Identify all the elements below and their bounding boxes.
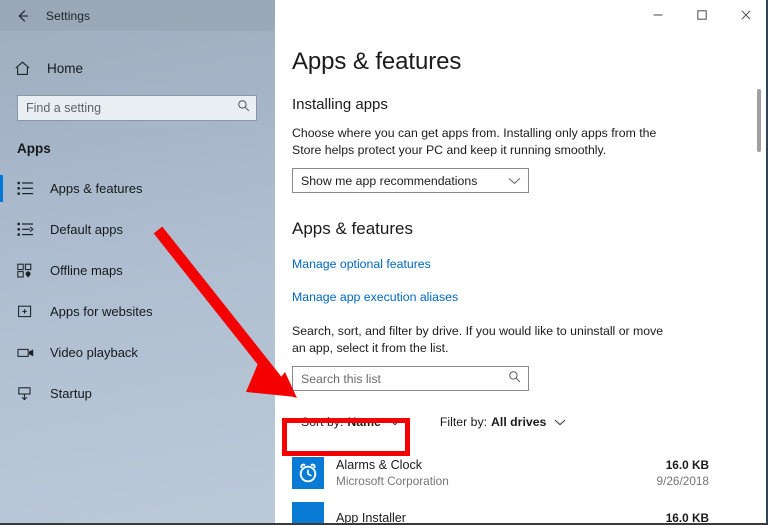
window-controls (275, 0, 768, 31)
sidebar-item-home[interactable]: Home (0, 51, 275, 85)
window-title: Settings (46, 8, 91, 23)
close-button[interactable] (724, 0, 768, 30)
settings-search-box[interactable] (17, 95, 257, 121)
sidebar-item-label: Apps for websites (50, 304, 153, 319)
manage-optional-features-link[interactable]: Manage optional features (292, 257, 768, 271)
home-icon (14, 60, 44, 77)
filter-by-label: Filter by: (439, 415, 488, 429)
startup-icon (17, 386, 48, 401)
app-size: 16.0 KB (665, 457, 709, 472)
sidebar-item-label: Offline maps (50, 263, 123, 278)
app-install-date: 9/26/2018 (656, 473, 709, 488)
sidebar-item-default-apps[interactable]: Default apps (0, 209, 275, 250)
app-window-icon (17, 304, 48, 319)
sidebar-item-apps-features[interactable]: Apps & features (0, 168, 275, 209)
installed-apps-list: Alarms & Clock Microsoft Corporation 16.… (292, 450, 768, 525)
chevron-down-icon (554, 419, 566, 426)
filter-by-value: All drives (491, 415, 547, 429)
app-installer-icon (292, 501, 324, 525)
app-recommendations-dropdown[interactable]: Show me app recommendations (292, 168, 529, 193)
sidebar-item-apps-for-websites[interactable]: Apps for websites (0, 291, 275, 332)
app-name: Alarms & Clock (336, 457, 423, 472)
maximize-icon (697, 10, 707, 20)
settings-search-input[interactable] (18, 96, 223, 120)
window-titlebar-left: Settings (0, 0, 275, 31)
maximize-button[interactable] (680, 0, 724, 30)
vertical-scrollbar[interactable] (752, 31, 766, 525)
app-publisher: Microsoft Corporation (336, 473, 449, 488)
sidebar-item-label: Apps & features (50, 181, 143, 196)
sidebar-category-label: Apps (17, 141, 51, 156)
minimize-button[interactable] (636, 0, 680, 30)
search-icon (237, 99, 250, 117)
map-pin-icon (17, 263, 48, 278)
close-icon (741, 10, 751, 20)
video-camera-icon (17, 345, 48, 360)
app-details: 16.0 KB 9/26/2018 (657, 457, 747, 489)
search-icon (508, 370, 521, 388)
apps-features-description: Search, sort, and filter by drive. If yo… (292, 324, 664, 355)
installing-apps-heading: Installing apps (292, 96, 388, 113)
app-info: Alarms & Clock Microsoft Corporation (336, 457, 657, 489)
installing-apps-description: Choose where you can get apps from. Inst… (292, 126, 657, 157)
sort-by-highlight-box (282, 418, 410, 456)
chevron-down-icon (508, 172, 521, 190)
active-accent-bar (0, 175, 3, 202)
sidebar-item-offline-maps[interactable]: Offline maps (0, 250, 275, 291)
dropdown-value: Show me app recommendations (301, 173, 478, 188)
sidebar-item-video-playback[interactable]: Video playback (0, 332, 275, 373)
back-arrow-icon (18, 9, 29, 22)
app-list-search-box[interactable] (292, 366, 529, 391)
manage-app-execution-aliases-link[interactable]: Manage app execution aliases (292, 290, 768, 304)
list-arrow-icon (17, 222, 48, 237)
back-button[interactable] (0, 0, 46, 31)
sidebar-item-home-label: Home (47, 60, 84, 76)
scrollbar-thumb[interactable] (757, 89, 761, 152)
settings-window: Settings Home Apps (0, 0, 768, 525)
minimize-icon (653, 14, 663, 16)
filter-by-control[interactable]: Filter by: All drives (440, 415, 567, 429)
sidebar-nav: Apps & features Default apps Offline map… (0, 168, 275, 414)
app-list-search-input[interactable] (293, 367, 493, 390)
apps-features-heading: Apps & features (292, 219, 413, 238)
sidebar: Settings Home Apps (0, 0, 275, 525)
sidebar-item-label: Video playback (50, 345, 138, 360)
page-title: Apps & features (292, 48, 462, 75)
sidebar-item-label: Startup (50, 386, 92, 401)
alarm-clock-icon (292, 456, 324, 489)
list-bullets-icon (17, 181, 48, 196)
sidebar-item-label: Default apps (50, 222, 123, 237)
sidebar-item-startup[interactable]: Startup (0, 373, 275, 414)
app-list-item[interactable]: Alarms & Clock Microsoft Corporation 16.… (292, 450, 747, 495)
app-list-item[interactable]: App Installer 16.0 KB (292, 495, 747, 525)
